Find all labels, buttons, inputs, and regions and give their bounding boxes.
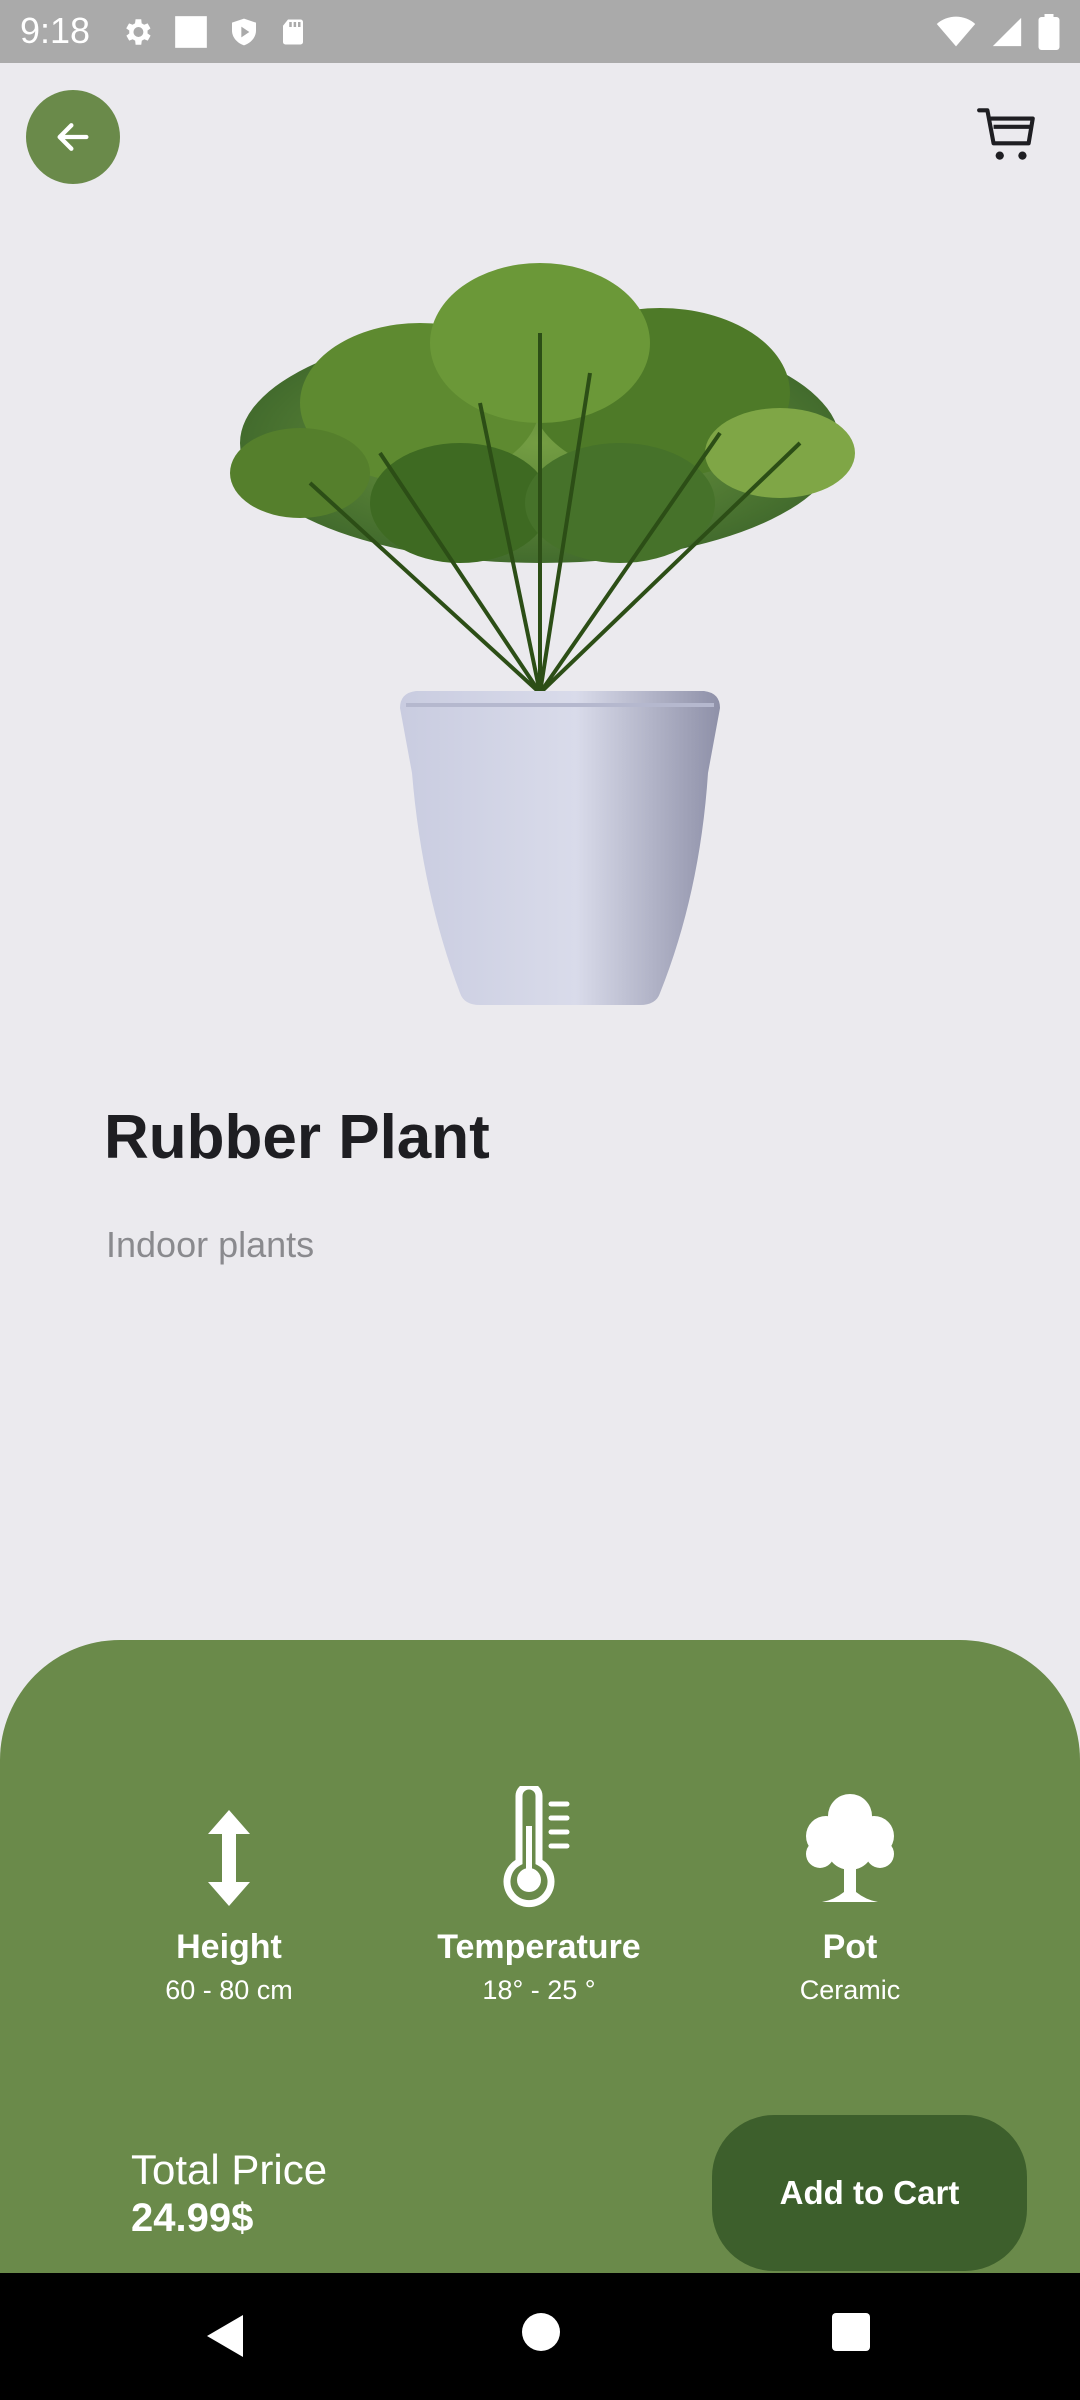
spec-temperature: Temperature 18° - 25 °: [409, 1786, 669, 2008]
status-icons-right: [936, 12, 1060, 52]
product-category: Indoor plants: [106, 1224, 315, 1265]
total-price-label: Total Price: [131, 2146, 328, 2193]
details-panel: Height 60 - 80 cm Temperature 18° - 25 °…: [0, 1640, 1080, 2273]
back-button[interactable]: [26, 90, 120, 184]
spec-height-label: Height: [176, 1928, 282, 1966]
total-price-value: 24.99$: [131, 2196, 254, 2240]
signal-icon: [992, 17, 1022, 47]
add-to-cart-button[interactable]: Add to Cart: [712, 2115, 1027, 2271]
cart-button[interactable]: [972, 99, 1044, 171]
status-time: 9:18: [20, 10, 91, 51]
status-bar: 9:18: [0, 0, 1080, 63]
spec-pot-label: Pot: [822, 1928, 878, 1966]
product-title: Rubber Plant: [104, 1103, 490, 1172]
system-nav-bar: [0, 2273, 1080, 2400]
plant-pot: [400, 691, 720, 1005]
gear-icon: [126, 19, 151, 45]
plant-foliage: [230, 263, 855, 695]
home-circle-icon[interactable]: [520, 2311, 562, 2353]
total-price-block: Total Price 24.99$: [131, 2146, 327, 2242]
sd-card-icon: [283, 19, 303, 45]
height-arrows-icon: [208, 1810, 250, 1906]
tree-icon: [806, 1794, 894, 1902]
spec-temperature-value: 18° - 25 °: [482, 1975, 596, 2005]
thermometer-icon: [503, 1786, 570, 1908]
arrow-left-icon: [57, 123, 89, 151]
wifi-icon: [936, 16, 976, 47]
back-triangle-icon[interactable]: [203, 2311, 247, 2361]
spec-temperature-label: Temperature: [437, 1928, 641, 1966]
shield-icon: [232, 18, 256, 46]
battery-icon: [1038, 14, 1060, 50]
cart-icon: [977, 108, 1035, 160]
spec-pot: Pot Ceramic: [720, 1788, 980, 2008]
plant-image: [230, 263, 855, 1005]
spec-height: Height 60 - 80 cm: [99, 1788, 359, 2008]
square-icon: [175, 16, 207, 48]
recents-square-icon[interactable]: [830, 2311, 872, 2353]
spec-height-value: 60 - 80 cm: [165, 1975, 293, 2005]
spec-pot-value: Ceramic: [799, 1975, 901, 2005]
status-icons-left: [120, 12, 308, 52]
product-screen: Rubber Plant Indoor plants Height 60 - 8…: [0, 63, 1080, 2273]
